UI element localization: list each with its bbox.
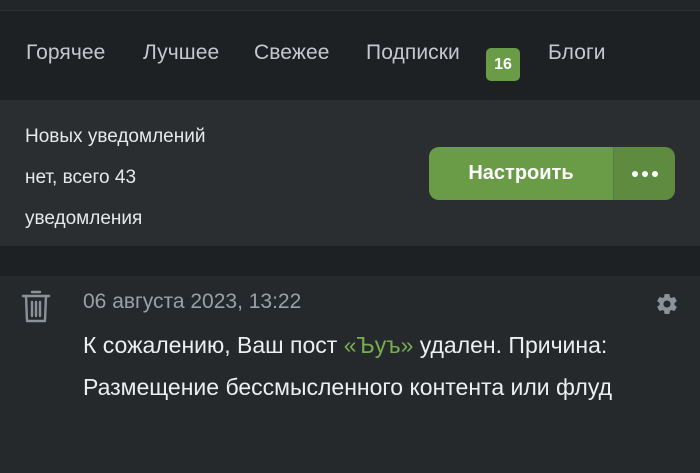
message-prefix: К сожалению, Ваш пост bbox=[83, 332, 344, 358]
tab-blogs[interactable]: Блоги bbox=[548, 41, 606, 65]
tab-subscriptions[interactable]: Подписки bbox=[366, 41, 460, 65]
top-divider bbox=[0, 0, 700, 11]
ellipsis-icon bbox=[632, 171, 658, 177]
setup-button-group: Настроить bbox=[429, 147, 675, 200]
gear-icon[interactable] bbox=[655, 292, 679, 316]
notification-date: 06 августа 2023, 13:22 bbox=[83, 290, 302, 313]
trash-icon bbox=[21, 290, 51, 323]
summary-line-1: Новых уведомлений bbox=[25, 126, 206, 147]
tab-best[interactable]: Лучшее bbox=[143, 41, 219, 65]
more-options-button[interactable] bbox=[613, 147, 675, 200]
section-gap bbox=[0, 246, 700, 276]
notifications-summary-panel: Новых уведомлений нет, всего 43 уведомле… bbox=[0, 100, 700, 246]
summary-line-2: нет, всего 43 bbox=[25, 167, 137, 188]
setup-button[interactable]: Настроить bbox=[429, 147, 613, 200]
main-nav: Горячее Лучшее Свежее Подписки 16 Блоги bbox=[0, 11, 700, 99]
summary-line-3: уведомления bbox=[25, 208, 143, 229]
tab-hot[interactable]: Горячее bbox=[26, 41, 105, 65]
notification-message: К сожалению, Ваш пост «Ъуъ» удален. Прич… bbox=[83, 324, 693, 408]
notifications-summary-text: Новых уведомлений нет, всего 43 уведомле… bbox=[25, 116, 265, 239]
post-link[interactable]: «Ъуъ» bbox=[344, 332, 414, 358]
tab-fresh[interactable]: Свежее bbox=[254, 41, 330, 65]
subscriptions-count-badge: 16 bbox=[486, 48, 520, 81]
notification-item: 06 августа 2023, 13:22 К сожалению, Ваш … bbox=[0, 276, 700, 473]
